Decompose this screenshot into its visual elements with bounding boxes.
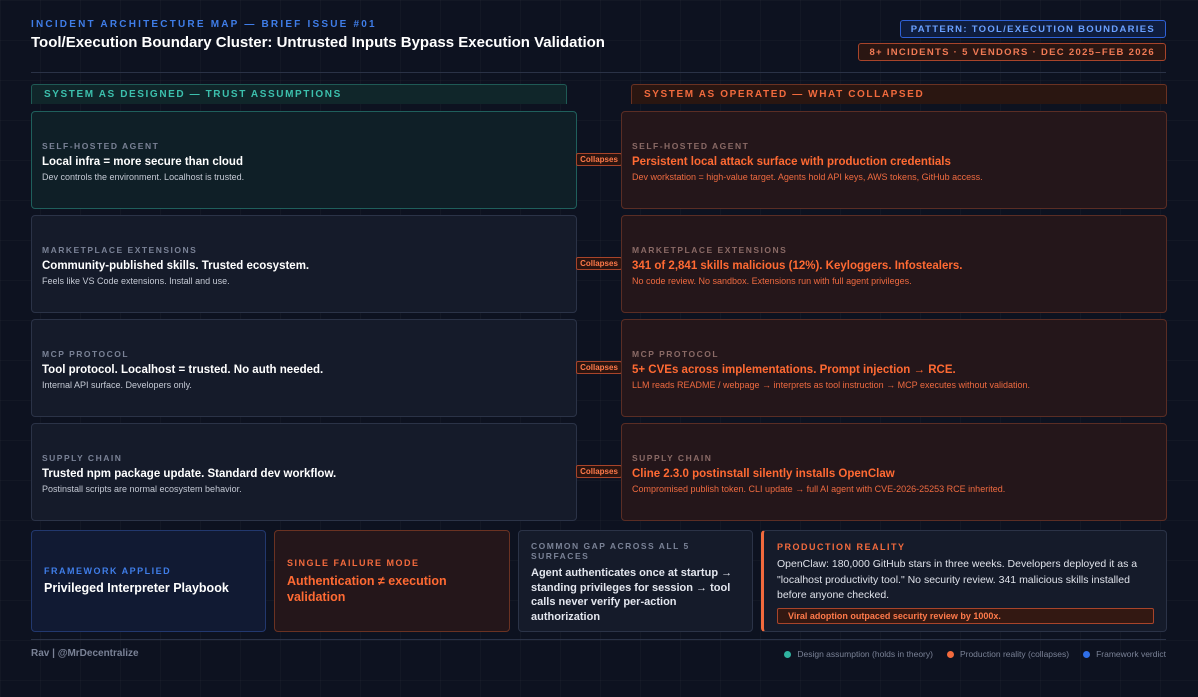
- card-headline: Local infra = more secure than cloud: [42, 156, 243, 168]
- footer-divider: [31, 639, 1166, 640]
- common-gap-label: COMMON GAP ACROSS ALL 5 SURFACES: [531, 541, 690, 561]
- card-label: SELF-HOSTED AGENT: [632, 141, 750, 151]
- card-headline: Community-published skills. Trusted ecos…: [42, 260, 310, 272]
- legend-dot-icon: [784, 650, 792, 658]
- card-label: SUPPLY CHAIN: [632, 453, 713, 463]
- collapses-badge: Collapses: [576, 361, 622, 374]
- page-title: Tool/Execution Boundary Cluster: Untrust…: [31, 34, 605, 51]
- designed-card-mcp: MCP PROTOCOL Tool protocol. Localhost = …: [31, 319, 577, 417]
- incidents-badge: 8+ INCIDENTS · 5 VENDORS · DEC 2025–FEB …: [858, 43, 1166, 61]
- card-detail: Dev workstation = high-value target. Age…: [632, 172, 983, 182]
- legend: Design assumption (holds in theory) Prod…: [784, 649, 1166, 659]
- collapses-badge: Collapses: [576, 257, 622, 270]
- operated-card-supply-chain: SUPPLY CHAIN Cline 2.3.0 postinstall sil…: [621, 423, 1167, 521]
- card-label: MCP PROTOCOL: [42, 349, 130, 359]
- card-detail: Dev controls the environment. Localhost …: [42, 172, 245, 182]
- card-detail: Compromised publish token. CLI update → …: [632, 484, 1006, 494]
- legend-dot-icon: [1083, 650, 1091, 658]
- designed-column-header: SYSTEM AS DESIGNED — TRUST ASSUMPTIONS: [31, 84, 567, 104]
- failure-mode-label: SINGLE FAILURE MODE: [287, 558, 420, 568]
- card-label: SUPPLY CHAIN: [42, 453, 123, 463]
- card-detail: Internal API surface. Developers only.: [42, 380, 192, 390]
- legend-dot-icon: [946, 650, 954, 658]
- operated-card-self-hosted: SELF-HOSTED AGENT Persistent local attac…: [621, 111, 1167, 209]
- card-detail: LLM reads README / webpage → interprets …: [632, 380, 1031, 390]
- header-divider: [31, 72, 1166, 73]
- card-label: MARKETPLACE EXTENSIONS: [632, 245, 788, 255]
- common-gap-box: COMMON GAP ACROSS ALL 5 SURFACES Agent a…: [518, 530, 753, 632]
- pattern-badge: PATTERN: TOOL/EXECUTION BOUNDARIES: [899, 20, 1166, 38]
- card-headline: Persistent local attack surface with pro…: [632, 156, 951, 168]
- brief-kicker: INCIDENT ARCHITECTURE MAP — BRIEF ISSUE …: [31, 19, 377, 30]
- legend-item-production: Production reality (collapses): [946, 649, 1070, 659]
- legend-label: Production reality (collapses): [959, 649, 1070, 659]
- card-detail: Postinstall scripts are normal ecosystem…: [42, 484, 242, 494]
- production-reality-highlight: Viral adoption outpaced security review …: [777, 607, 1154, 624]
- common-gap-text: Agent authenticates once at startup → st…: [531, 567, 733, 623]
- legend-label: Design assumption (holds in theory): [797, 649, 933, 659]
- card-label: MARKETPLACE EXTENSIONS: [42, 245, 198, 255]
- production-reality-label: PRODUCTION REALITY: [777, 542, 906, 552]
- designed-card-supply-chain: SUPPLY CHAIN Trusted npm package update.…: [31, 423, 577, 521]
- failure-mode-box: SINGLE FAILURE MODE Authentication ≠ exe…: [274, 530, 510, 632]
- operated-card-mcp: MCP PROTOCOL 5+ CVEs across implementati…: [621, 319, 1167, 417]
- legend-item-framework: Framework verdict: [1083, 649, 1166, 659]
- card-label: MCP PROTOCOL: [632, 349, 720, 359]
- author-credit: Rav | @MrDecentralize: [31, 648, 139, 659]
- legend-item-design: Design assumption (holds in theory): [784, 649, 933, 659]
- card-headline: Cline 2.3.0 postinstall silently install…: [632, 468, 895, 480]
- framework-name: Privileged Interpreter Playbook: [44, 581, 229, 595]
- designed-card-marketplace: MARKETPLACE EXTENSIONS Community-publish…: [31, 215, 577, 313]
- operated-column-header: SYSTEM AS OPERATED — WHAT COLLAPSED: [631, 84, 1167, 104]
- legend-label: Framework verdict: [1096, 649, 1166, 659]
- production-reality-text: OpenClaw: 180,000 GitHub stars in three …: [777, 558, 1138, 601]
- card-detail: Feels like VS Code extensions. Install a…: [42, 276, 230, 286]
- card-headline: Tool protocol. Localhost = trusted. No a…: [42, 364, 324, 376]
- production-reality-box: PRODUCTION REALITY OpenClaw: 180,000 Git…: [761, 530, 1167, 632]
- failure-mode-text: Authentication ≠ execution validation: [287, 574, 447, 604]
- card-headline: 5+ CVEs across implementations. Prompt i…: [632, 364, 956, 376]
- designed-card-self-hosted: SELF-HOSTED AGENT Local infra = more sec…: [31, 111, 577, 209]
- card-detail: No code review. No sandbox. Extensions r…: [632, 276, 912, 286]
- framework-applied-box: FRAMEWORK APPLIED Privileged Interpreter…: [31, 530, 266, 632]
- collapses-badge: Collapses: [576, 465, 622, 478]
- card-label: SELF-HOSTED AGENT: [42, 141, 160, 151]
- operated-card-marketplace: MARKETPLACE EXTENSIONS 341 of 2,841 skil…: [621, 215, 1167, 313]
- card-headline: Trusted npm package update. Standard dev…: [42, 468, 337, 480]
- collapses-badge: Collapses: [576, 153, 622, 166]
- card-headline: 341 of 2,841 skills malicious (12%). Key…: [632, 260, 963, 272]
- framework-label: FRAMEWORK APPLIED: [44, 566, 172, 576]
